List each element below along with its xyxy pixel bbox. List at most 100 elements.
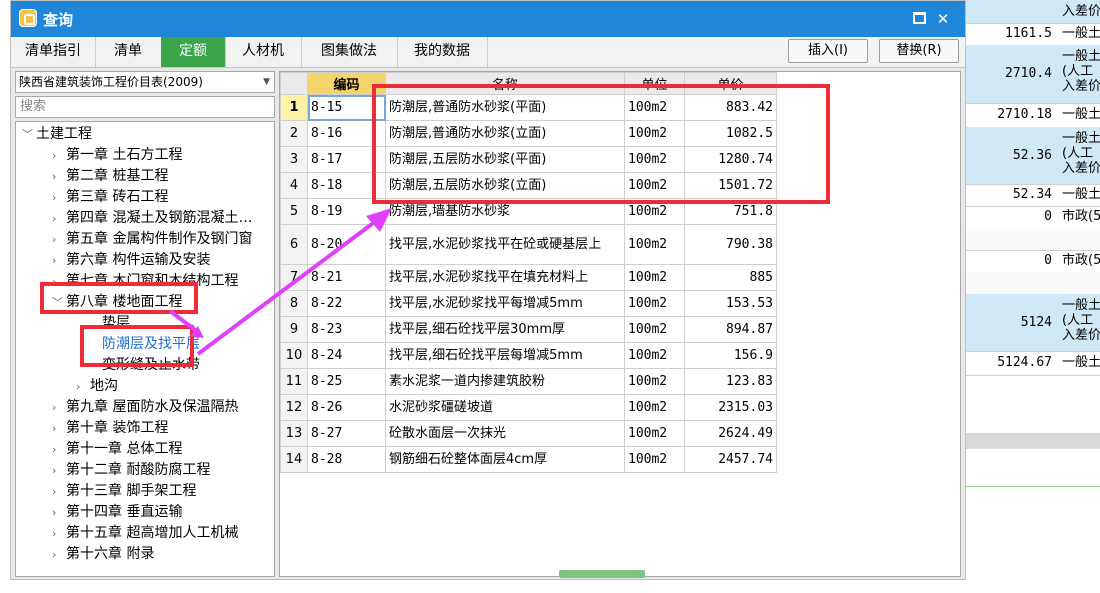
chevron-right-icon[interactable]: › <box>52 250 66 271</box>
code-cell[interactable]: 8-28 <box>307 446 386 473</box>
chevron-right-icon[interactable]: › <box>52 229 66 250</box>
row-number[interactable]: 6 <box>280 224 308 265</box>
table-row[interactable]: 12 8-26 水泥砂浆礓磋坡道 100m2 2315.03 <box>280 394 777 421</box>
name-cell[interactable]: 找平层,细石砼找平层每增减5mm <box>385 342 625 369</box>
code-cell[interactable]: 8-22 <box>307 290 386 317</box>
row-number[interactable]: 10 <box>280 342 308 369</box>
tree-chapter[interactable]: › 第九章 屋面防水及保温隔热 <box>52 397 238 418</box>
table-row[interactable]: 6 8-20 找平层,水泥砂浆找平在砼或硬基层上 100m2 790.38 <box>280 224 777 265</box>
chevron-right-icon[interactable]: › <box>52 145 66 166</box>
maximize-icon[interactable] <box>909 9 929 29</box>
row-number[interactable]: 13 <box>280 420 308 447</box>
chevron-right-icon[interactable]: › <box>52 523 66 544</box>
tree-chapter[interactable]: › 第一章 土石方工程 <box>52 145 182 166</box>
price-cell[interactable]: 2624.49 <box>684 420 777 447</box>
name-cell[interactable]: 找平层,水泥砂浆找平在砼或硬基层上 <box>385 224 625 265</box>
unit-cell[interactable]: 100m2 <box>624 316 685 343</box>
chevron-right-icon[interactable]: › <box>52 481 66 502</box>
tree-chapter[interactable]: › 第十三章 脚手架工程 <box>52 481 196 502</box>
price-cell[interactable]: 885 <box>684 264 777 291</box>
row-number[interactable]: 11 <box>280 368 308 395</box>
chevron-right-icon[interactable]: › <box>52 166 66 187</box>
unit-cell[interactable]: 100m2 <box>624 420 685 447</box>
code-cell[interactable]: 8-20 <box>307 224 386 265</box>
unit-cell[interactable]: 100m2 <box>624 224 685 265</box>
table-row[interactable]: 7 8-21 找平层,水泥砂浆找平在填充材料上 100m2 885 <box>280 264 777 291</box>
chevron-down-icon[interactable]: ﹀ <box>22 124 36 145</box>
tab-atlas[interactable]: 图集做法 <box>301 37 398 67</box>
chevron-right-icon[interactable]: › <box>52 187 66 208</box>
code-cell[interactable]: 8-24 <box>307 342 386 369</box>
unit-cell[interactable]: 100m2 <box>624 342 685 369</box>
tree-root[interactable]: ﹀ 土建工程 <box>22 124 92 145</box>
row-number[interactable]: 8 <box>280 290 308 317</box>
tab-labor-material[interactable]: 人材机 <box>225 37 302 67</box>
chevron-right-icon[interactable]: › <box>52 544 66 565</box>
name-cell[interactable]: 找平层,水泥砂浆找平每增减5mm <box>385 290 625 317</box>
replace-button[interactable]: 替换(R) <box>879 39 959 63</box>
row-number[interactable]: 4 <box>280 172 308 199</box>
unit-cell[interactable]: 100m2 <box>624 368 685 395</box>
tab-bill[interactable]: 清单 <box>95 37 162 67</box>
row-number[interactable]: 7 <box>280 264 308 291</box>
bg-scrollbar[interactable] <box>966 433 1100 449</box>
price-cell[interactable]: 790.38 <box>684 224 777 265</box>
code-cell[interactable]: 8-26 <box>307 394 386 421</box>
price-cell[interactable]: 123.83 <box>684 368 777 395</box>
table-row[interactable]: 10 8-24 找平层,细石砼找平层每增减5mm 100m2 156.9 <box>280 342 777 369</box>
tree-chapter[interactable]: › 第六章 构件运输及安装 <box>52 250 210 271</box>
price-cell[interactable]: 2315.03 <box>684 394 777 421</box>
tree-chapter[interactable]: › 第四章 混凝土及钢筋混凝土… <box>52 208 252 229</box>
name-cell[interactable]: 水泥砂浆礓磋坡道 <box>385 394 625 421</box>
chevron-right-icon[interactable]: › <box>52 502 66 523</box>
name-cell[interactable]: 找平层,细石砼找平层30mm厚 <box>385 316 625 343</box>
tree-chapter[interactable]: › 第十四章 垂直运输 <box>52 502 182 523</box>
dialog-titlebar[interactable]: 查询 ✕ <box>11 1 965 37</box>
chevron-right-icon[interactable]: › <box>52 418 66 439</box>
unit-cell[interactable]: 100m2 <box>624 264 685 291</box>
row-number[interactable]: 9 <box>280 316 308 343</box>
tree-chapter[interactable]: › 第十五章 超高增加人工机械 <box>52 523 238 544</box>
library-select[interactable]: 陕西省建筑装饰工程价目表(2009) ▼ <box>15 71 275 93</box>
tree-chapter[interactable]: › 第三章 砖石工程 <box>52 187 168 208</box>
tree-subsection[interactable]: › 地沟 <box>76 376 118 397</box>
table-row[interactable]: 9 8-23 找平层,细石砼找平层30mm厚 100m2 894.87 <box>280 316 777 343</box>
name-cell[interactable]: 素水泥浆一道内掺建筑胶粉 <box>385 368 625 395</box>
insert-button[interactable]: 插入(I) <box>788 39 868 63</box>
code-cell[interactable]: 8-21 <box>307 264 386 291</box>
price-cell[interactable]: 894.87 <box>684 316 777 343</box>
table-row[interactable]: 11 8-25 素水泥浆一道内掺建筑胶粉 100m2 123.83 <box>280 368 777 395</box>
row-number[interactable]: 2 <box>280 120 308 147</box>
table-row[interactable]: 8 8-22 找平层,水泥砂浆找平每增减5mm 100m2 153.53 <box>280 290 777 317</box>
row-number[interactable]: 3 <box>280 146 308 173</box>
tree-chapter[interactable]: › 第十六章 附录 <box>52 544 154 565</box>
tree-chapter[interactable]: › 第十章 装饰工程 <box>52 418 168 439</box>
row-number[interactable]: 1 <box>280 94 308 121</box>
chevron-right-icon[interactable]: › <box>52 208 66 229</box>
tree-chapter[interactable]: › 第十二章 耐酸防腐工程 <box>52 460 210 481</box>
search-input[interactable]: 搜索 <box>15 96 275 118</box>
price-cell[interactable]: 156.9 <box>684 342 777 369</box>
price-cell[interactable]: 2457.74 <box>684 446 777 473</box>
chevron-right-icon[interactable]: › <box>52 439 66 460</box>
close-icon[interactable]: ✕ <box>933 9 953 29</box>
chevron-right-icon[interactable]: › <box>52 397 66 418</box>
tree-chapter[interactable]: › 第十一章 总体工程 <box>52 439 182 460</box>
tab-bill-guide[interactable]: 清单指引 <box>11 37 96 67</box>
unit-cell[interactable]: 100m2 <box>624 446 685 473</box>
table-row[interactable]: 14 8-28 钢筋细石砼整体面层4cm厚 100m2 2457.74 <box>280 446 777 473</box>
name-cell[interactable]: 砼散水面层一次抹光 <box>385 420 625 447</box>
code-cell[interactable]: 8-25 <box>307 368 386 395</box>
name-cell[interactable]: 钢筋细石砼整体面层4cm厚 <box>385 446 625 473</box>
tab-my-data[interactable]: 我的数据 <box>397 37 488 67</box>
collapse-handle[interactable] <box>559 564 645 578</box>
row-number[interactable]: 5 <box>280 198 308 225</box>
code-cell[interactable]: 8-27 <box>307 420 386 447</box>
name-cell[interactable]: 找平层,水泥砂浆找平在填充材料上 <box>385 264 625 291</box>
unit-cell[interactable]: 100m2 <box>624 290 685 317</box>
price-cell[interactable]: 153.53 <box>684 290 777 317</box>
row-number[interactable]: 14 <box>280 446 308 473</box>
table-row[interactable]: 13 8-27 砼散水面层一次抹光 100m2 2624.49 <box>280 420 777 447</box>
code-cell[interactable]: 8-23 <box>307 316 386 343</box>
unit-cell[interactable]: 100m2 <box>624 394 685 421</box>
